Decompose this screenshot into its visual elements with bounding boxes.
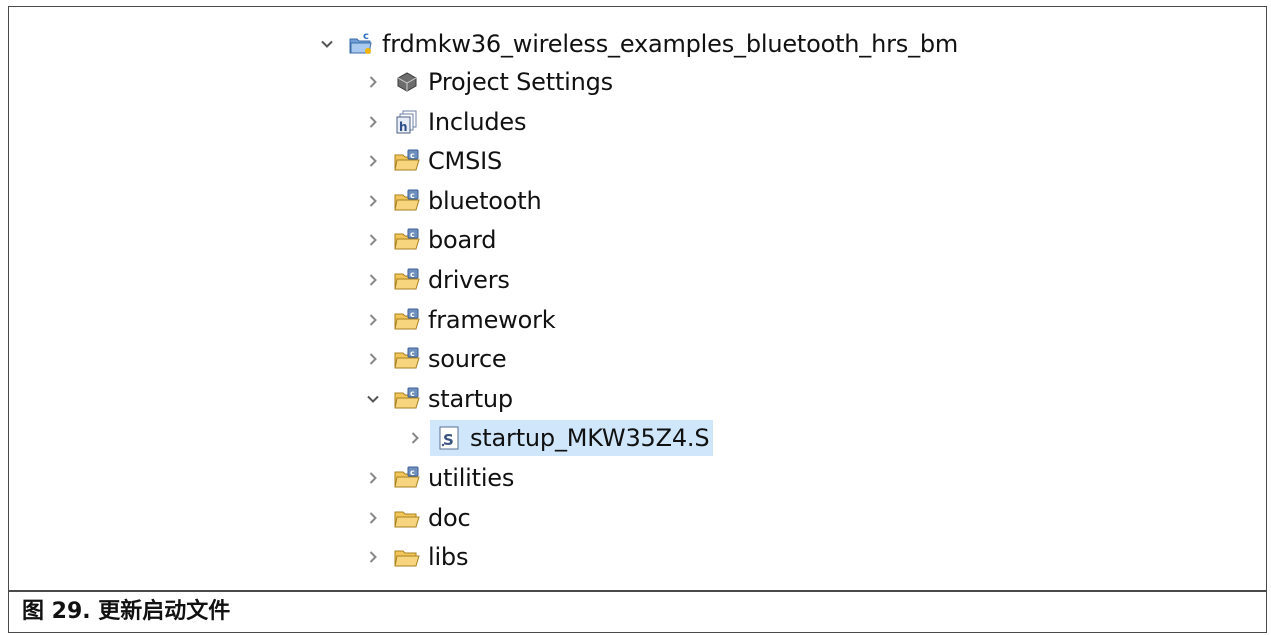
settings-chip-icon [394, 69, 420, 95]
source-folder-icon: c [394, 346, 420, 372]
chevron-right-icon[interactable] [364, 113, 382, 131]
tree-item-label: startup_MKW35Z4.S [470, 424, 710, 452]
tree-item-label: framework [428, 306, 556, 334]
folder-icon [394, 544, 420, 570]
tree-item-startup-mkw35z4-s[interactable]: Sstartup_MKW35Z4.S [406, 420, 714, 456]
svg-text:c: c [363, 31, 369, 42]
chevron-right-icon[interactable] [406, 429, 424, 447]
svg-text:c: c [410, 310, 415, 319]
figure-caption: 图 29. 更新启动文件 [22, 599, 231, 624]
chevron-down-icon[interactable] [364, 390, 382, 408]
svg-text:h: h [399, 120, 408, 134]
source-folder-icon: c [394, 267, 420, 293]
tree-item-cmsis[interactable]: c CMSIS [364, 143, 502, 179]
folder-icon [394, 505, 420, 531]
tree-item-source[interactable]: c source [364, 341, 507, 377]
source-folder-icon: c [394, 188, 420, 214]
chevron-right-icon[interactable] [364, 231, 382, 249]
tree-item-startup[interactable]: c startup [364, 381, 513, 417]
includes-icon: h [394, 109, 420, 135]
chevron-right-icon[interactable] [364, 509, 382, 527]
asm-file-icon: S [436, 425, 462, 451]
project-explorer-tree: c frdmkw36_wireless_examples_bluetooth_h… [0, 0, 1271, 590]
tree-item-label: Project Settings [428, 68, 613, 96]
tree-item-bluetooth[interactable]: c bluetooth [364, 183, 542, 219]
tree-item-label: drivers [428, 266, 510, 294]
source-folder-icon: c [394, 227, 420, 253]
chevron-down-icon[interactable] [318, 35, 336, 53]
chevron-right-icon[interactable] [364, 469, 382, 487]
tree-item-label: bluetooth [428, 187, 542, 215]
source-folder-icon: c [394, 465, 420, 491]
chevron-right-icon[interactable] [364, 271, 382, 289]
tree-item-board[interactable]: c board [364, 222, 497, 258]
chevron-right-icon[interactable] [364, 548, 382, 566]
tree-item-label: startup [428, 385, 513, 413]
svg-text:c: c [410, 191, 415, 200]
chevron-right-icon[interactable] [364, 152, 382, 170]
svg-text:c: c [410, 151, 415, 160]
caption-divider [8, 590, 1267, 592]
svg-text:c: c [410, 389, 415, 398]
tree-item-project-settings[interactable]: Project Settings [364, 64, 613, 100]
svg-text:c: c [410, 349, 415, 358]
tree-item-doc[interactable]: doc [364, 500, 471, 536]
chevron-right-icon[interactable] [364, 73, 382, 91]
source-folder-icon: c [394, 386, 420, 412]
chevron-right-icon[interactable] [364, 311, 382, 329]
source-folder-icon: c [394, 307, 420, 333]
tree-root-row[interactable]: c frdmkw36_wireless_examples_bluetooth_h… [318, 26, 958, 62]
tree-item-label: board [428, 226, 497, 254]
selection-highlight[interactable]: Sstartup_MKW35Z4.S [430, 420, 714, 456]
tree-item-label: doc [428, 504, 471, 532]
tree-item-label: source [428, 345, 507, 373]
svg-text:c: c [410, 270, 415, 279]
tree-item-label: utilities [428, 464, 515, 492]
tree-item-libs[interactable]: libs [364, 539, 468, 575]
svg-text:c: c [410, 230, 415, 239]
c-project-icon: c [348, 31, 374, 57]
tree-item-drivers[interactable]: c drivers [364, 262, 510, 298]
tree-item-includes[interactable]: h Includes [364, 104, 526, 140]
chevron-right-icon[interactable] [364, 350, 382, 368]
tree-item-label: libs [428, 543, 469, 571]
source-folder-icon: c [394, 148, 420, 174]
tree-item-label: CMSIS [428, 147, 503, 175]
tree-root-label: frdmkw36_wireless_examples_bluetooth_hrs… [382, 30, 959, 58]
svg-text:c: c [410, 468, 415, 477]
tree-item-framework[interactable]: c framework [364, 302, 556, 338]
chevron-right-icon[interactable] [364, 192, 382, 210]
svg-text:S: S [443, 431, 454, 449]
tree-item-utilities[interactable]: c utilities [364, 460, 514, 496]
tree-item-label: Includes [428, 108, 527, 136]
